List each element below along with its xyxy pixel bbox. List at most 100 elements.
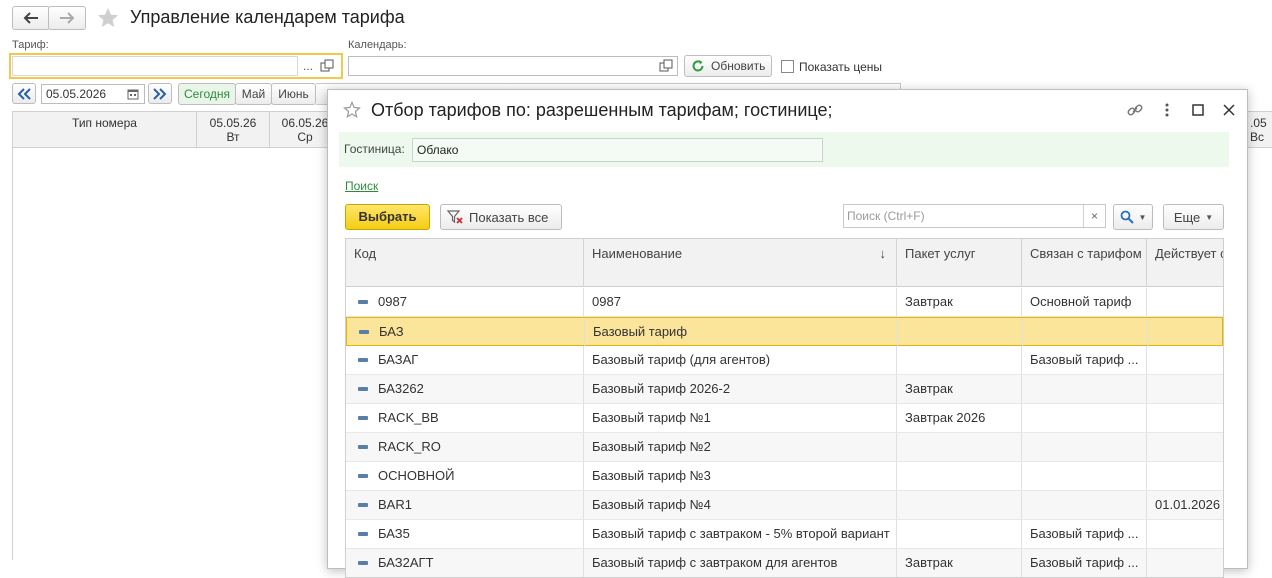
calendar-open-icon[interactable]: [659, 59, 673, 73]
cell-valid: [1147, 520, 1223, 548]
col-divider: [196, 112, 197, 147]
grid-search-input[interactable]: Поиск (Ctrl+F) ×: [843, 204, 1106, 228]
table-row[interactable]: БАЗ5 Базовый тариф с завтраком - 5% второ…: [346, 520, 1223, 549]
prev-period-button[interactable]: [12, 83, 36, 104]
room-type-header: Тип номера: [72, 116, 137, 130]
col-name-header[interactable]: Наименование ↓: [584, 239, 897, 287]
date-field[interactable]: 05.05.2026: [41, 84, 145, 104]
cell-name: Базовый тариф 2026-2: [584, 375, 897, 403]
table-row[interactable]: БАЗ2АГТ Базовый тариф с завтраком для аге…: [346, 549, 1223, 577]
table-row[interactable]: RACK_BB Базовый тариф №1 Завтрак 2026: [346, 404, 1223, 433]
back-button[interactable]: [12, 6, 50, 30]
cell-valid: 01.01.2026: [1155, 497, 1221, 512]
cell-linked: [1022, 375, 1147, 403]
show-prices-label: Показать цены: [799, 60, 883, 74]
forward-button[interactable]: [48, 6, 86, 30]
table-row[interactable]: БАЗ Базовый тариф: [346, 317, 1223, 346]
cell-code: 0987: [346, 288, 584, 316]
double-right-icon: [153, 87, 167, 100]
day2-dow: Ср: [297, 130, 313, 144]
cell-linked: Базовый тариф ...: [1022, 549, 1147, 577]
col-valid-header[interactable]: Действует с: [1147, 239, 1223, 287]
more-label: Еще: [1173, 209, 1201, 225]
cell-linked: [1022, 433, 1147, 461]
month-june-button[interactable]: Июнь: [271, 83, 316, 105]
cell-code: БАЗАГ: [346, 346, 584, 374]
search-link[interactable]: Поиск: [345, 179, 378, 193]
table-row[interactable]: BAR1 Базовый тариф №4 01.01.2026: [346, 491, 1223, 520]
arrow-left-icon: [23, 12, 38, 24]
favorite-star-icon[interactable]: [96, 6, 120, 30]
cell-package: Завтрак: [897, 549, 1022, 577]
cell-name: Базовый тариф №3: [584, 462, 897, 490]
cell-linked: Базовый тариф ...: [1022, 346, 1147, 374]
col-package-header[interactable]: Пакет услуг: [897, 239, 1022, 287]
cell-name: Базовый тариф №1: [584, 404, 897, 432]
tariff-field[interactable]: [12, 56, 298, 76]
hotel-value: Облако: [417, 143, 459, 157]
calendar-table-body: [12, 147, 330, 560]
tariff-label: Тариф:: [12, 39, 49, 51]
cell-name: Базовый тариф: [585, 318, 898, 346]
more-button[interactable]: Еще ▼: [1163, 204, 1224, 230]
calendar-picker-icon[interactable]: [127, 88, 139, 103]
date-value: 05.05.2026: [46, 87, 107, 101]
refresh-button[interactable]: Обновить: [684, 55, 772, 77]
filter-clear-icon: [447, 210, 463, 224]
table-row[interactable]: RACK_RO Базовый тариф №2: [346, 433, 1223, 462]
tariff-choose-button[interactable]: ...: [299, 56, 317, 76]
calendar-table-header: Тип номера 05.05.26 Вт 06.05.26 Ср: [12, 111, 330, 148]
cell-valid: [1147, 346, 1223, 374]
cell-valid: [1147, 375, 1223, 403]
cell-package: [898, 318, 1023, 346]
cell-name: Базовый тариф с завтраком для агентов: [584, 549, 897, 577]
col-code-header[interactable]: Код: [346, 239, 584, 287]
day1-dow: Вт: [226, 130, 240, 144]
cell-valid: [1147, 288, 1223, 316]
cell-linked: [1022, 491, 1147, 519]
bg-right-header: .05 Вс: [1247, 111, 1272, 148]
cell-linked: Основной тариф: [1022, 288, 1147, 316]
calendar-field[interactable]: [348, 56, 678, 76]
cell-valid: [1148, 318, 1223, 346]
cell-valid: [1147, 404, 1223, 432]
show-prices-checkbox[interactable]: [781, 60, 794, 73]
cell-valid: [1147, 462, 1223, 490]
sort-arrow-icon: ↓: [879, 246, 887, 261]
cell-linked: [1023, 318, 1148, 346]
col-name-label: Наименование: [592, 246, 683, 261]
table-row[interactable]: БАЗАГ Базовый тариф (для агентов) Базовый …: [346, 346, 1223, 375]
cell-package: [897, 433, 1022, 461]
search-placeholder: Поиск (Ctrl+F): [847, 209, 925, 223]
cell-package: [897, 346, 1022, 374]
cell-linked: [1022, 404, 1147, 432]
next-period-button[interactable]: [148, 83, 172, 104]
table-row[interactable]: ОСНОВНОЙ Базовый тариф №3: [346, 462, 1223, 491]
table-row[interactable]: 0987 0987 Завтрак Основной тариф: [346, 288, 1223, 317]
hotel-field[interactable]: Облако: [412, 138, 823, 162]
show-all-label: Показать все: [469, 209, 549, 225]
col-linked-header[interactable]: Связан с тарифом: [1022, 239, 1147, 287]
tariffs-grid: Код Наименование ↓ Пакет услуг Связан с …: [345, 238, 1224, 578]
hotel-filter-bar: Гостиница: Облако: [339, 132, 1229, 167]
cell-code: БАЗ2АГТ: [346, 549, 584, 577]
more-vert-icon[interactable]: [1160, 101, 1174, 119]
link-icon[interactable]: [1126, 101, 1144, 119]
dialog-star-icon[interactable]: [343, 101, 361, 119]
cell-package: Завтрак 2026: [897, 404, 1022, 432]
show-all-button[interactable]: Показать все: [440, 204, 562, 230]
calendar-label: Календарь:: [348, 39, 407, 51]
select-button[interactable]: Выбрать: [345, 204, 430, 230]
cell-package: [897, 462, 1022, 490]
table-row[interactable]: БА3262 Базовый тариф 2026-2 Завтрак: [346, 375, 1223, 404]
tariff-open-icon[interactable]: [320, 59, 334, 73]
close-icon[interactable]: [1221, 102, 1237, 118]
search-options-button[interactable]: ▼: [1113, 204, 1153, 230]
clear-search-icon[interactable]: ×: [1083, 205, 1105, 227]
arrow-right-icon: [60, 12, 75, 24]
maximize-icon[interactable]: [1191, 103, 1205, 117]
cell-code: БАЗ: [347, 318, 585, 346]
month-may-button[interactable]: Май: [235, 83, 272, 105]
right-fragment-dow: Вс: [1250, 130, 1265, 144]
today-button[interactable]: Сегодня: [178, 83, 236, 105]
